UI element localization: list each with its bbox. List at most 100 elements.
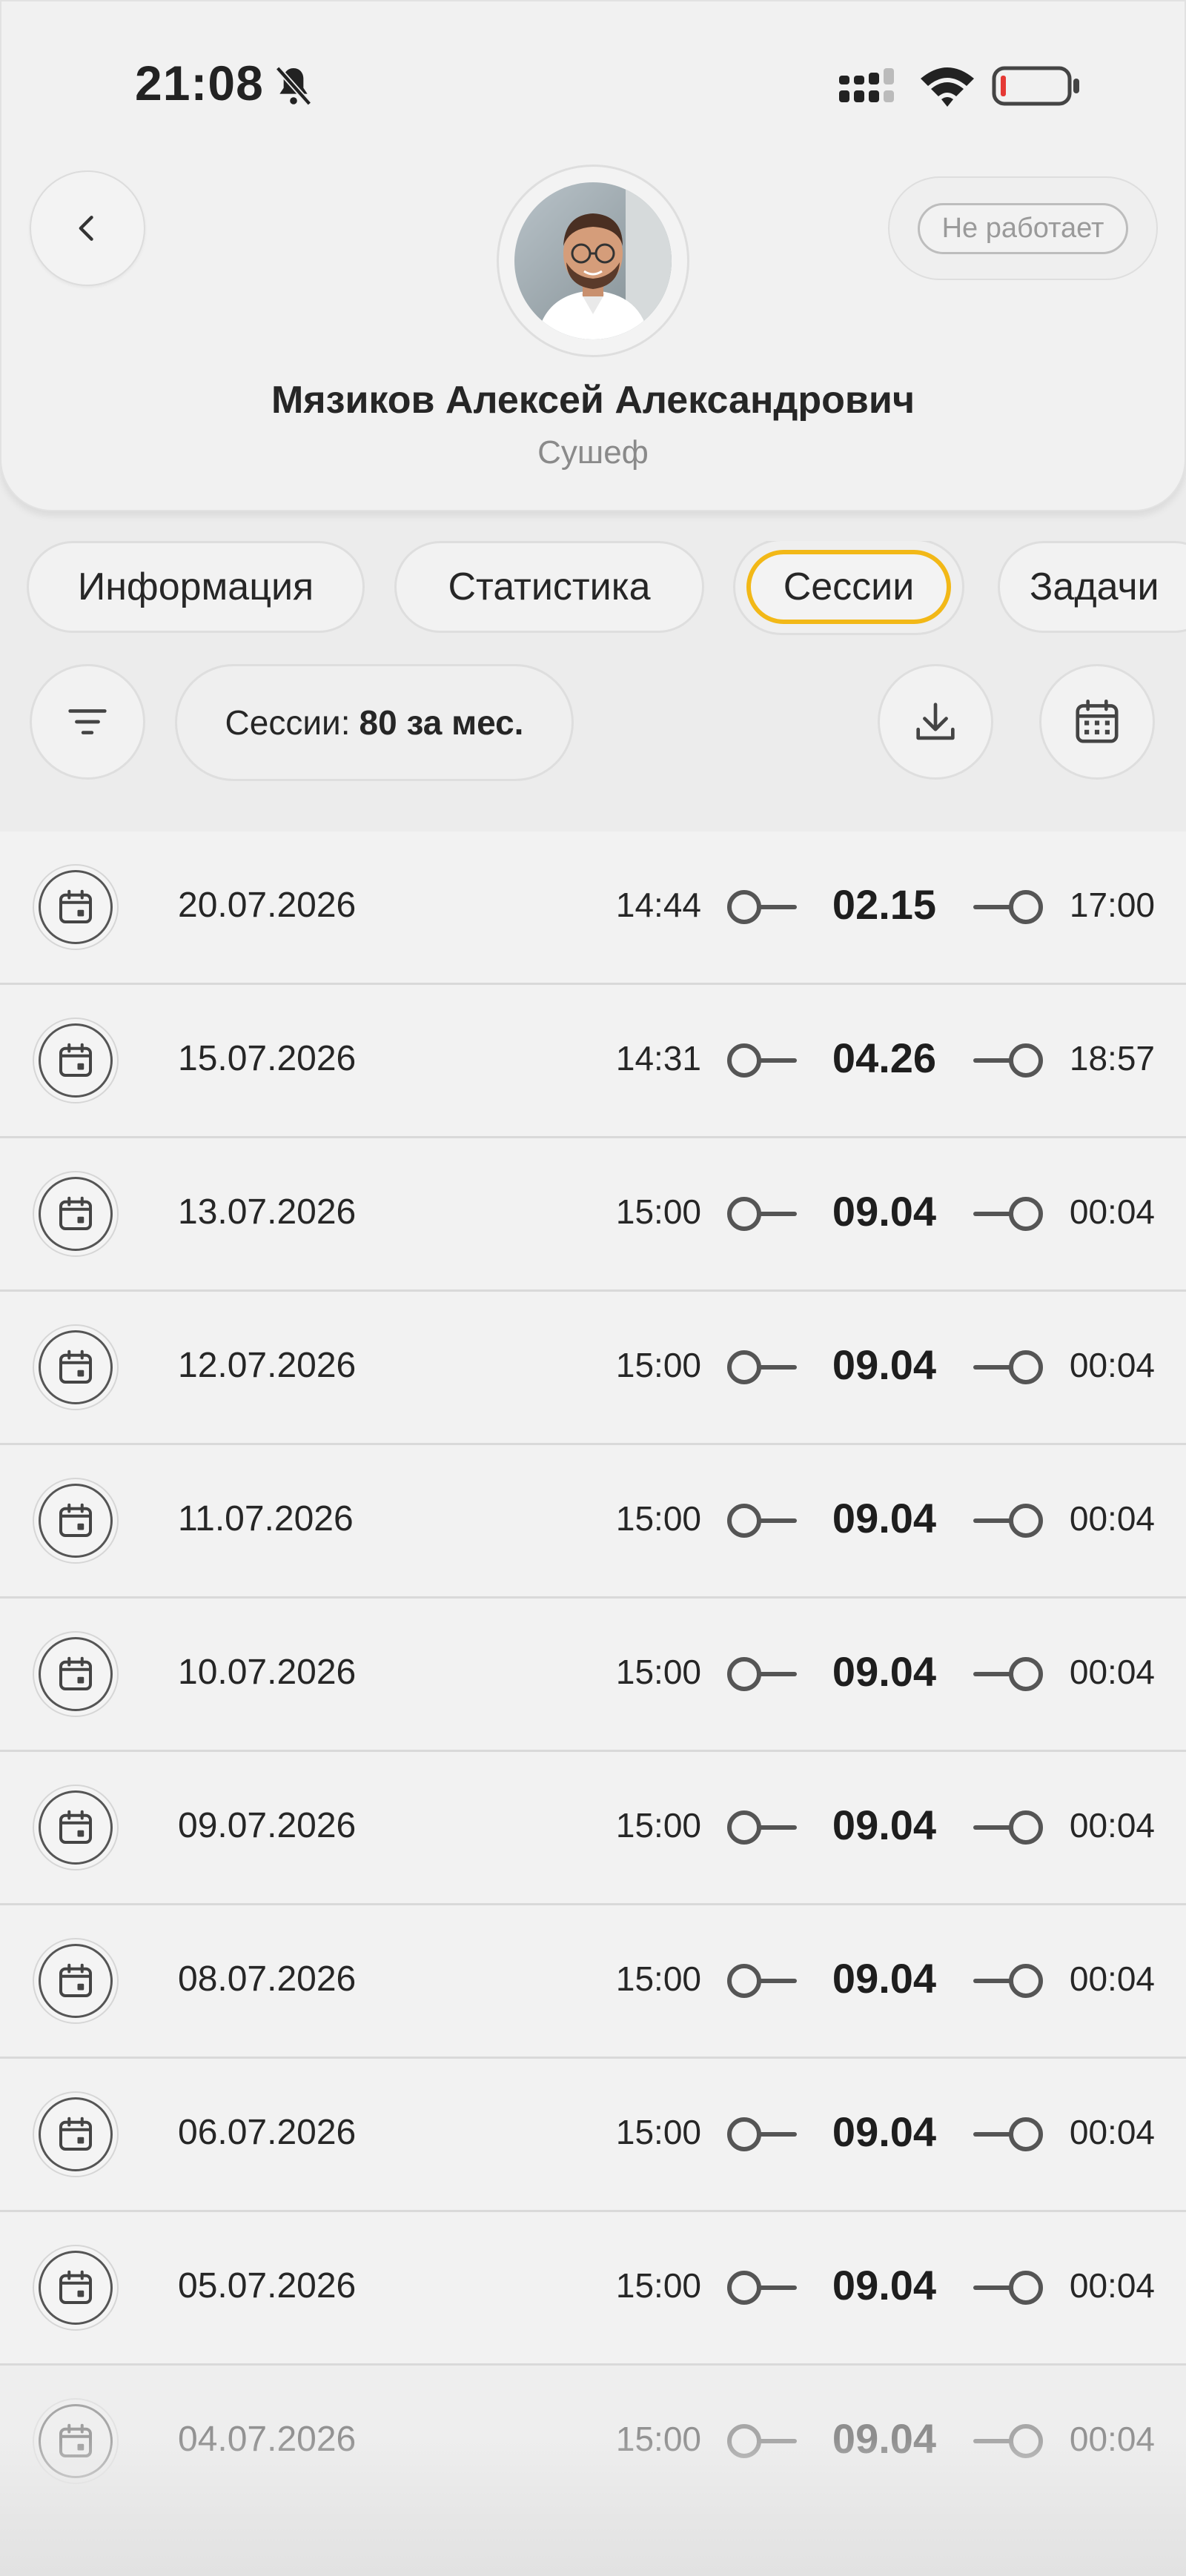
calendar-event-icon (59, 1656, 92, 1690)
session-duration: 09.04 (832, 1955, 937, 2002)
calendar-event-icon (59, 1196, 92, 1230)
session-end-time: 00:04 (1069, 1499, 1155, 1538)
session-end-time: 00:04 (1069, 2266, 1155, 2305)
session-icon-badge (33, 1018, 119, 1103)
session-start-connector-icon (727, 1350, 797, 1384)
sessions-list: 20.07.2026 14:44 02.15 17:00 15.07.2026 … (0, 831, 1186, 2519)
tab-label: Статистика (448, 565, 651, 608)
session-duration: 09.04 (832, 1648, 937, 1695)
session-start-connector-icon (727, 1043, 797, 1078)
tab-tasks[interactable]: Задачи (998, 541, 1186, 633)
session-start-time: 15:00 (615, 1806, 701, 1845)
tab-bar: Информация Статистика Сессии Задачи (27, 541, 1186, 636)
session-icon-badge (33, 1938, 119, 2024)
session-row[interactable]: 20.07.2026 14:44 02.15 17:00 (0, 831, 1186, 985)
session-date: 15.07.2026 (178, 1039, 357, 1078)
session-date: 06.07.2026 (178, 2113, 357, 2152)
session-duration: 09.04 (832, 1802, 937, 1848)
session-end-connector-icon (973, 2117, 1043, 2151)
session-end-connector-icon (973, 2271, 1043, 2305)
session-start-time: 15:00 (615, 1346, 701, 1384)
session-start-connector-icon (727, 1964, 797, 1998)
bottom-fade (0, 2438, 1186, 2576)
session-row[interactable]: 11.07.2026 15:00 09.04 00:04 (0, 1445, 1186, 1599)
session-row[interactable]: 06.07.2026 15:00 09.04 00:04 (0, 2059, 1186, 2212)
session-start-time: 15:00 (615, 1499, 701, 1538)
calendar-button[interactable] (1039, 664, 1155, 780)
work-status-label: Не работает (917, 202, 1129, 254)
session-icon-badge (33, 1324, 119, 1410)
session-start-connector-icon (727, 890, 797, 924)
wifi-icon (921, 67, 974, 107)
session-icon-badge (33, 864, 119, 950)
calendar-event-icon (59, 2117, 92, 2151)
status-time: 21:08 (135, 56, 264, 110)
session-duration: 02.15 (832, 881, 937, 928)
download-icon (916, 703, 955, 740)
sessions-count-value: 80 за мес. (359, 703, 524, 742)
calendar-event-icon (59, 1963, 92, 1997)
employee-role: Сушеф (537, 434, 649, 471)
session-date: 08.07.2026 (178, 1959, 357, 1999)
session-row[interactable]: 10.07.2026 15:00 09.04 00:04 (0, 1599, 1186, 1752)
avatar-ring (497, 165, 689, 357)
back-button[interactable] (30, 170, 145, 286)
session-date: 12.07.2026 (178, 1346, 357, 1385)
sessions-count-pill: Сессии: 80 за мес. (175, 664, 574, 781)
session-start-connector-icon (727, 1810, 797, 1845)
session-duration: 04.26 (832, 1035, 937, 1081)
session-end-connector-icon (973, 890, 1043, 924)
session-start-connector-icon (727, 1197, 797, 1231)
session-row[interactable]: 08.07.2026 15:00 09.04 00:04 (0, 1905, 1186, 2059)
session-date: 20.07.2026 (178, 886, 357, 925)
calendar-event-icon (59, 1810, 92, 1844)
tab-label: Информация (77, 565, 314, 608)
session-duration: 09.04 (832, 1188, 937, 1235)
session-end-time: 18:57 (1069, 1039, 1155, 1078)
session-icon-badge (33, 2245, 119, 2331)
session-start-connector-icon (727, 1504, 797, 1538)
session-icon-badge (33, 1478, 119, 1564)
session-row[interactable]: 05.07.2026 15:00 09.04 00:04 (0, 2212, 1186, 2366)
session-start-time: 14:31 (615, 1039, 701, 1078)
bell-muted-icon (275, 66, 312, 106)
download-button[interactable] (878, 664, 993, 780)
session-icon-badge (33, 2091, 119, 2177)
session-row[interactable]: 15.07.2026 14:31 04.26 18:57 (0, 985, 1186, 1138)
calendar-event-icon (59, 1350, 92, 1384)
status-bar: 21:08 (0, 0, 1186, 148)
tab-statistics[interactable]: Статистика (394, 541, 704, 633)
session-end-time: 00:04 (1069, 2113, 1155, 2151)
session-start-time: 15:00 (615, 2266, 701, 2305)
session-end-time: 00:04 (1069, 1806, 1155, 1845)
tab-sessions[interactable]: Сессии (735, 541, 962, 633)
session-end-connector-icon (973, 1043, 1043, 1078)
session-start-time: 15:00 (615, 1653, 701, 1691)
session-duration: 09.04 (832, 2108, 937, 2155)
tab-information[interactable]: Информация (27, 541, 365, 633)
filter-button[interactable] (30, 664, 145, 780)
tab-label: Задачи (1030, 565, 1159, 608)
session-end-time: 00:04 (1069, 1346, 1155, 1384)
session-icon-badge (33, 1171, 119, 1257)
battery-icon (992, 66, 1079, 106)
session-date: 09.07.2026 (178, 1806, 357, 1845)
session-end-connector-icon (973, 1504, 1043, 1538)
session-icon-badge (33, 1631, 119, 1717)
calendar-event-icon (59, 1043, 92, 1077)
employee-name: Мязиков Алексей Александрович (271, 379, 915, 422)
chevron-left-icon (79, 216, 93, 241)
session-end-connector-icon (973, 1657, 1043, 1691)
session-row[interactable]: 12.07.2026 15:00 09.04 00:04 (0, 1292, 1186, 1445)
sessions-count-label: Сессии: (225, 703, 351, 742)
session-end-connector-icon (973, 1810, 1043, 1845)
session-row[interactable]: 13.07.2026 15:00 09.04 00:04 (0, 1138, 1186, 1292)
session-start-connector-icon (727, 1657, 797, 1691)
session-row[interactable]: 09.07.2026 15:00 09.04 00:04 (0, 1752, 1186, 1905)
session-end-time: 00:04 (1069, 1959, 1155, 1998)
session-duration: 09.04 (832, 2262, 937, 2308)
session-end-connector-icon (973, 1964, 1043, 1998)
session-date: 10.07.2026 (178, 1653, 357, 1692)
session-duration: 09.04 (832, 1495, 937, 1541)
session-end-time: 00:04 (1069, 1192, 1155, 1231)
